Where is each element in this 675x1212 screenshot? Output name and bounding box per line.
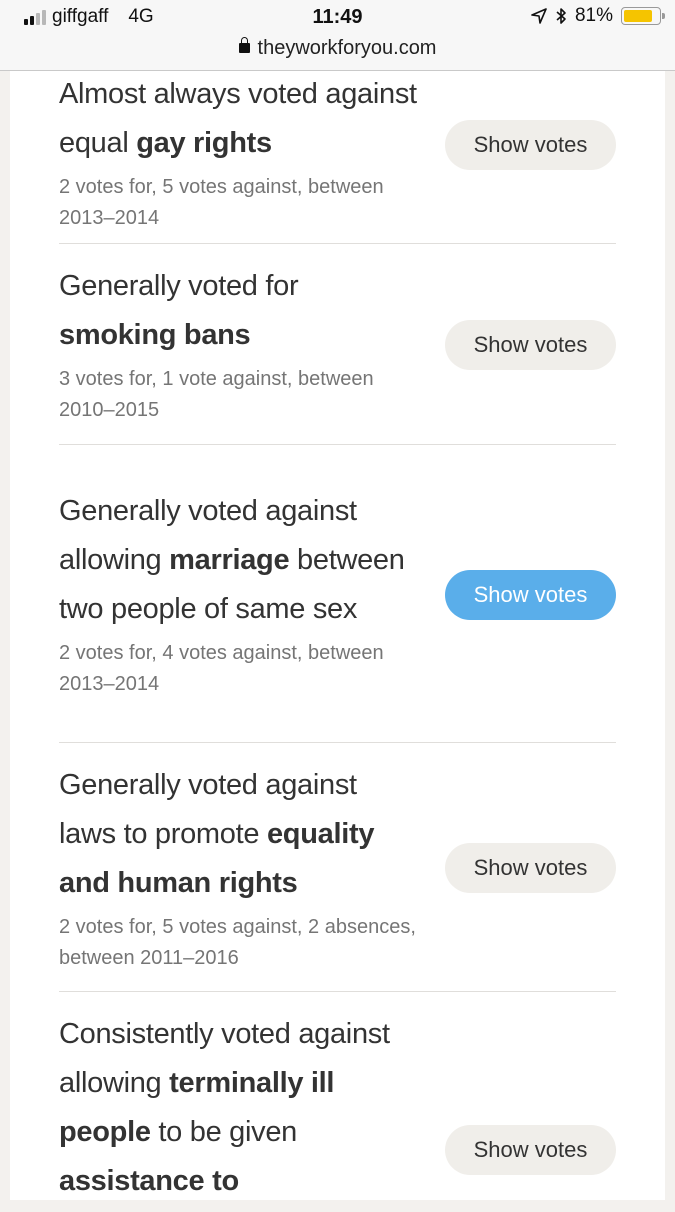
vote-summary: 2 votes for, 5 votes against, 2 absences… <box>59 915 416 969</box>
vote-description: Generally voted against laws to promote … <box>59 761 419 908</box>
vote-text: Almost always voted against equal gay ri… <box>59 10 419 234</box>
vote-text: Generally voted against laws to promote … <box>59 761 419 974</box>
show-votes-button[interactable]: Show votes <box>445 843 616 893</box>
vote-description: Consistently voted against allowing term… <box>59 1010 419 1206</box>
vote-item: Consistently voted against allowing term… <box>59 992 616 1212</box>
show-votes-button[interactable]: Show votes <box>445 1125 616 1175</box>
vote-topic: smoking bans <box>59 319 251 351</box>
show-votes-button[interactable]: Show votes <box>445 570 616 620</box>
show-votes-button[interactable]: Show votes <box>445 120 616 170</box>
vote-topic: gay rights <box>136 126 272 159</box>
vote-item: Almost always voted against equal gay ri… <box>59 0 616 244</box>
show-votes-button[interactable]: Show votes <box>445 320 616 370</box>
vote-item: Generally voted for smoking bans 3 votes… <box>59 244 616 445</box>
vote-summary: 2 votes for, 5 votes against, between 20… <box>59 175 384 229</box>
battery-icon <box>621 7 665 25</box>
battery-fill <box>624 10 652 22</box>
vote-item: Generally voted against laws to promote … <box>59 743 616 992</box>
vote-description: Generally voted against allowing marriag… <box>59 487 419 634</box>
vote-text: Generally voted for smoking bans 3 votes… <box>59 262 419 426</box>
vote-text: Consistently voted against allowing term… <box>59 992 419 1206</box>
vote-description: Almost always voted against equal gay ri… <box>59 70 419 168</box>
vote-summary: 3 votes for, 1 vote against, between 201… <box>59 368 374 421</box>
vote-summary: 2 votes for, 4 votes against, between 20… <box>59 642 384 695</box>
battery-nub <box>662 13 665 19</box>
vote-topic: assistance to <box>59 1165 239 1197</box>
votes-list: Almost always voted against equal gay ri… <box>59 0 616 1212</box>
vote-text: Generally voted against allowing marriag… <box>59 487 419 700</box>
vote-item: Generally voted against allowing marriag… <box>59 445 616 743</box>
vote-topic: marriage <box>169 544 290 576</box>
vote-description: Generally voted for smoking bans <box>59 262 419 360</box>
vote-description-text: Generally voted for <box>59 270 299 302</box>
content-card: Almost always voted against equal gay ri… <box>10 71 665 1200</box>
vote-description-text: to be given <box>150 1116 298 1148</box>
